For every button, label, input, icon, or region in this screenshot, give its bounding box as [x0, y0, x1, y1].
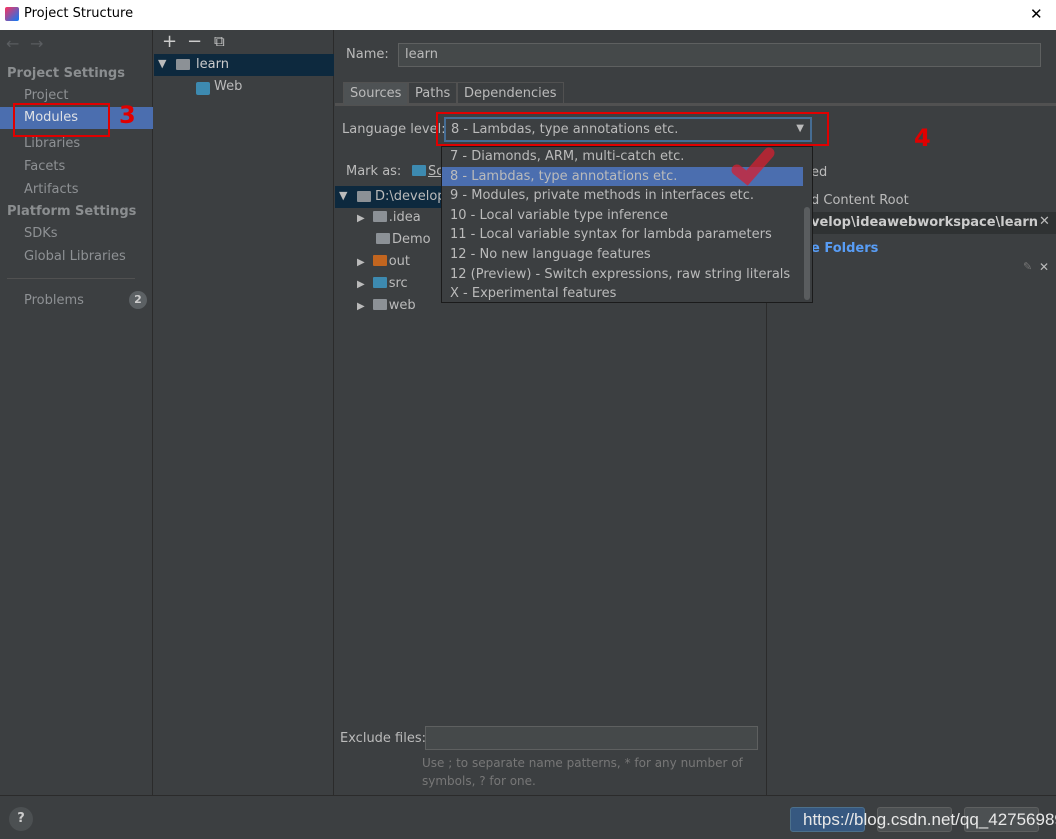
sidebar-item-sdks[interactable]: SDKs [24, 226, 58, 241]
name-label: Name: [346, 47, 389, 62]
add-icon[interactable]: + [162, 31, 177, 52]
help-button[interactable]: ? [9, 807, 33, 831]
footer: ? https://blog.csdn.net/qq_42756989 [0, 795, 1056, 839]
close-icon[interactable]: ✕ [1030, 5, 1043, 23]
tree-label: Demo [392, 232, 431, 247]
option-10[interactable]: 10 - Local variable type inference [442, 206, 812, 226]
expand-arrow-icon[interactable]: ▶ [357, 257, 365, 268]
tree-label: out [388, 254, 410, 269]
expand-arrow-icon[interactable]: ▶ [357, 213, 365, 224]
tab-bar: Sources Paths Dependencies [335, 82, 1056, 106]
name-input[interactable]: learn [398, 43, 1041, 67]
remove-root-icon[interactable]: ✕ [1039, 214, 1050, 229]
tree-label: web [388, 298, 416, 313]
remove-folder-icon[interactable]: ✕ [1039, 260, 1049, 274]
sidebar-item-global-libraries[interactable]: Global Libraries [24, 249, 126, 264]
tab-paths[interactable]: Paths [408, 82, 458, 105]
source-folders-heading: e Folders [811, 241, 879, 256]
option-11[interactable]: 11 - Local variable syntax for lambda pa… [442, 225, 812, 245]
module-folder-icon [176, 59, 190, 70]
language-level-label: Language level: [342, 122, 446, 137]
exclude-hint-line-1: Use ; to separate name patterns, * for a… [422, 756, 743, 770]
sidebar-item-libraries[interactable]: Libraries [24, 136, 80, 151]
excluded-folder-icon [372, 255, 387, 266]
expand-arrow-icon[interactable]: ▼ [339, 189, 347, 202]
tree-item-out[interactable]: ▶ out [357, 254, 410, 269]
modules-panel: + − ⧉ ▼ learn Web [154, 30, 334, 795]
expand-arrow-icon[interactable]: ▶ [357, 279, 365, 290]
option-12[interactable]: 12 - No new language features [442, 245, 812, 265]
folder-icon [357, 191, 371, 202]
divider [7, 278, 135, 279]
tree-item-demo[interactable]: Demo [376, 232, 431, 247]
tab-dependencies[interactable]: Dependencies [457, 82, 564, 105]
tree-item-src[interactable]: ▶ src [357, 276, 408, 291]
source-folder-icon [372, 277, 387, 288]
exclude-hint-line-2: symbols, ? for one. [422, 774, 536, 788]
excluded-legend: ed [811, 165, 828, 180]
exclude-files-label: Exclude files: [340, 731, 427, 746]
project-settings-heading: Project Settings [7, 66, 125, 81]
copy-icon[interactable]: ⧉ [214, 32, 225, 50]
problems-count-badge: 2 [129, 291, 147, 309]
sidebar-item-artifacts[interactable]: Artifacts [24, 182, 79, 197]
sidebar: ← → Project Settings Project Modules Lib… [0, 30, 153, 795]
app-icon [5, 7, 19, 21]
module-label: Web [214, 79, 243, 94]
checkmark-annotation [731, 147, 775, 186]
tree-root-label: D:\develop [375, 189, 446, 204]
folder-icon [376, 233, 390, 244]
edit-icon[interactable]: ✎ [1023, 260, 1032, 273]
sidebar-item-facets[interactable]: Facets [24, 159, 65, 174]
sidebar-item-project[interactable]: Project [24, 88, 68, 103]
annotation-3: 3 [119, 101, 136, 129]
sidebar-item-problems[interactable]: Problems [24, 293, 84, 308]
web-facet-icon [196, 82, 210, 95]
annotation-4: 4 [914, 124, 931, 152]
folder-icon [372, 299, 387, 310]
option-x[interactable]: X - Experimental features [442, 284, 812, 304]
module-item-learn[interactable]: ▼ learn [154, 54, 334, 76]
folder-icon [372, 211, 387, 222]
mark-as-label: Mark as: [346, 164, 402, 179]
sources-folder-icon [412, 165, 426, 176]
name-value: learn [405, 47, 438, 62]
expand-arrow-icon[interactable]: ▼ [158, 57, 166, 70]
annotation-box-3 [13, 103, 110, 137]
title-bar: Project Structure ✕ [0, 0, 1056, 30]
module-label: learn [196, 57, 229, 72]
module-item-web[interactable]: Web [196, 78, 316, 98]
tab-sources[interactable]: Sources [343, 82, 409, 105]
back-icon[interactable]: ← [6, 34, 19, 53]
platform-settings-heading: Platform Settings [7, 204, 137, 219]
tree-label: src [388, 276, 408, 291]
expand-arrow-icon[interactable]: ▶ [357, 301, 365, 312]
tree-item-web[interactable]: ▶ web [357, 298, 416, 313]
forward-icon[interactable]: → [30, 34, 43, 53]
remove-icon[interactable]: − [187, 31, 202, 52]
dropdown-scrollbar[interactable] [804, 207, 810, 300]
mark-sources-button[interactable]: So [412, 164, 444, 179]
tree-label: .idea [388, 210, 421, 225]
window-title: Project Structure [24, 6, 134, 21]
exclude-files-input[interactable] [425, 726, 758, 750]
watermark: https://blog.csdn.net/qq_42756989 [803, 810, 1056, 829]
tree-item-idea[interactable]: ▶ .idea [357, 210, 421, 225]
option-12-preview[interactable]: 12 (Preview) - Switch expressions, raw s… [442, 265, 812, 285]
content-root-path: velop\ideawebworkspace\learn [811, 215, 1039, 230]
add-content-root-link[interactable]: d Content Root [811, 193, 909, 208]
annotation-box-4 [436, 112, 829, 146]
